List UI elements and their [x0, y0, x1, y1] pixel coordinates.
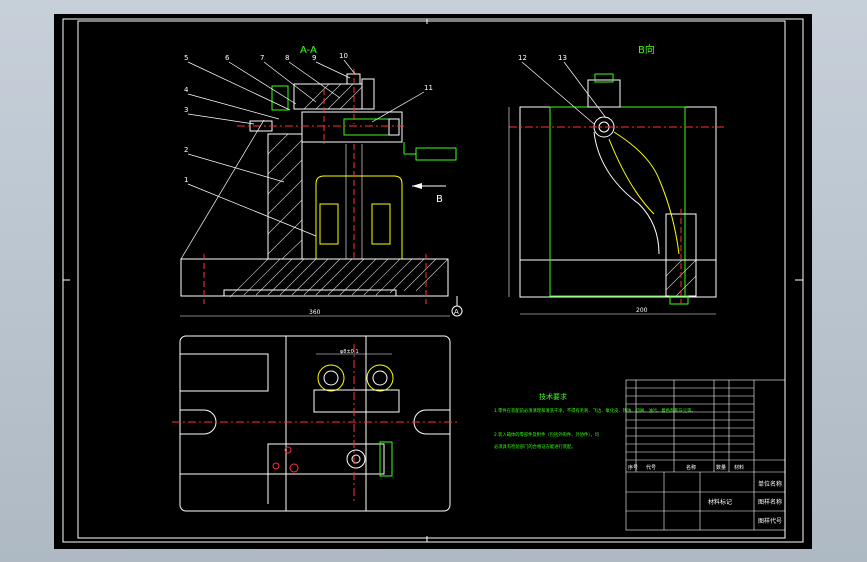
tech-req-line-3: 必须具有检验部门的合格证方能进行装配。 [494, 443, 576, 450]
title-col-code: 代号 [646, 464, 656, 471]
callout-12: 12 [518, 54, 527, 62]
top-clamp [293, 83, 363, 110]
support-column [267, 133, 303, 259]
callout-9: 9 [312, 54, 316, 62]
callout-3: 3 [184, 106, 188, 114]
view-arrow-letter: B [436, 194, 443, 205]
inner-border [77, 20, 786, 539]
view-b-base [519, 259, 717, 298]
datum-label: A [454, 308, 459, 316]
tech-req-title: 技术要求 [539, 392, 567, 401]
view-title: B向 [638, 43, 655, 56]
tech-req-line-2: 2.装入箱体的零部件及附件（包括外购件、外协件），均 [494, 431, 599, 438]
cad-drawing: A-A B A 5 6 7 8 9 10 4 3 11 2 1 B向 200 1… [62, 18, 804, 543]
section-view-aa: A-A B A 5 6 7 8 9 10 4 3 11 2 1 [180, 45, 463, 317]
callout-8: 8 [285, 54, 289, 62]
tech-req-line-1: 1.零件在装配前必须清理和清洗干净，不得有毛刺、飞边、氧化皮、锈蚀、切屑、油污、… [494, 407, 696, 414]
window-background: A-A B A 5 6 7 8 9 10 4 3 11 2 1 B向 200 1… [0, 0, 867, 562]
unit-name: 单位名称 [758, 480, 782, 488]
callout-2: 2 [184, 146, 188, 154]
drawing-name: 图样名称 [758, 498, 782, 506]
plan-view: 360 φ8±0.1 [172, 309, 458, 512]
title-col-qty: 数量 [716, 464, 726, 471]
callout-10: 10 [339, 52, 348, 60]
callout-7: 7 [260, 54, 264, 62]
callout-1: 1 [184, 176, 188, 184]
material-mark: 材料标记 [708, 498, 732, 506]
dimension-base-width: 360 [309, 309, 321, 316]
title-col-name: 名称 [686, 464, 696, 471]
drawing-sheet: A-A B A 5 6 7 8 9 10 4 3 11 2 1 B向 200 1… [54, 14, 812, 549]
dimension-right-width: 200 [636, 307, 648, 314]
callout-13: 13 [558, 54, 567, 62]
drawing-code: 图样代号 [758, 517, 782, 525]
dimension-top-slot: φ8±0.1 [340, 349, 359, 355]
callout-11: 11 [424, 84, 433, 92]
title-col-no: 序号 [628, 464, 638, 471]
technical-requirements: 技术要求 1.零件在装配前必须清理和清洗干净，不得有毛刺、飞边、氧化皮、锈蚀、切… [494, 392, 696, 450]
callout-4: 4 [184, 86, 189, 94]
title-block [625, 379, 786, 531]
callout-6: 6 [225, 54, 230, 62]
callout-5: 5 [184, 54, 188, 62]
plan-base [179, 335, 451, 512]
outer-border [62, 18, 804, 543]
view-b: B向 200 12 13 [508, 43, 724, 315]
title-col-material: 材料 [734, 464, 744, 471]
